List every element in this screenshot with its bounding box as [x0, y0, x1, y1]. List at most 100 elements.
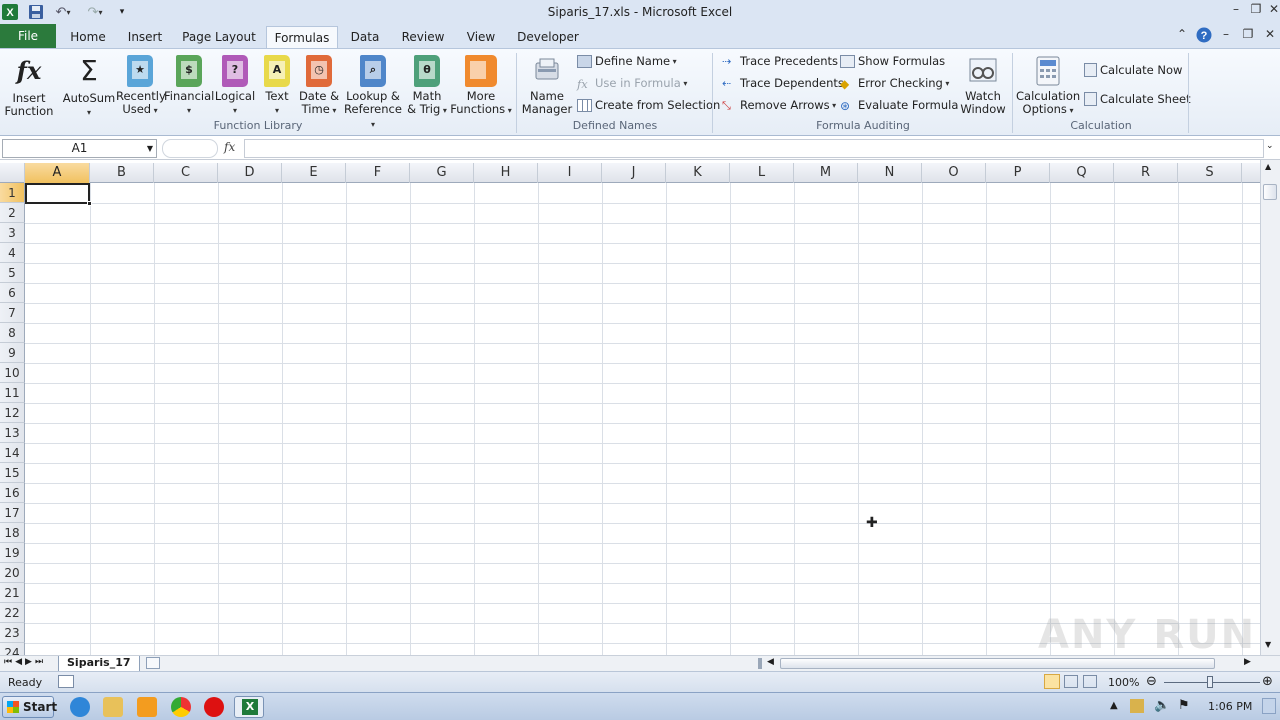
row-header[interactable]: 5: [0, 263, 25, 283]
workbook-restore-icon[interactable]: ❐: [1238, 27, 1258, 45]
zoom-out-icon[interactable]: ⊖: [1146, 674, 1157, 689]
show-desktop-button[interactable]: [1262, 698, 1276, 714]
tab-page-layout[interactable]: Page Layout: [178, 26, 260, 48]
row-header[interactable]: 13: [0, 423, 25, 443]
row-header[interactable]: 8: [0, 323, 25, 343]
column-header[interactable]: N: [858, 163, 922, 183]
tab-split-handle[interactable]: [758, 658, 762, 669]
scroll-up-icon[interactable]: ▲: [1265, 162, 1271, 171]
column-header[interactable]: C: [154, 163, 218, 183]
clock[interactable]: 1:06 PM: [1208, 700, 1252, 713]
fill-handle[interactable]: [87, 201, 92, 206]
row-header[interactable]: 21: [0, 583, 25, 603]
row-header[interactable]: 1: [0, 183, 25, 203]
recently-used-button[interactable]: ★ Recently Used ▾: [116, 55, 166, 117]
worksheet-grid[interactable]: A B C D E F G H I J K L M N O P Q R S 12…: [0, 163, 1260, 655]
row-header[interactable]: 3: [0, 223, 25, 243]
trace-dependents-button[interactable]: ⇠ Trace Dependents: [722, 76, 844, 90]
column-header[interactable]: G: [410, 163, 474, 183]
sheet-tab[interactable]: Siparis_17: [58, 656, 140, 672]
tab-home[interactable]: Home: [62, 26, 114, 48]
column-header[interactable]: F: [346, 163, 410, 183]
help-icon[interactable]: ?: [1194, 27, 1214, 45]
define-name-button[interactable]: Define Name ▾: [577, 54, 677, 68]
workbook-close-icon[interactable]: ✕: [1260, 27, 1280, 45]
row-header[interactable]: 6: [0, 283, 25, 303]
column-header[interactable]: B: [90, 163, 154, 183]
tab-review[interactable]: Review: [398, 26, 448, 48]
normal-view-icon[interactable]: [1044, 674, 1060, 689]
row-header[interactable]: 12: [0, 403, 25, 423]
text-button[interactable]: A Text ▾: [258, 55, 296, 117]
volume-icon[interactable]: 🔈: [1154, 698, 1170, 713]
show-formulas-button[interactable]: Show Formulas: [840, 54, 945, 68]
vertical-scroll-thumb[interactable]: [1263, 184, 1277, 200]
row-header[interactable]: 17: [0, 503, 25, 523]
formula-input[interactable]: [244, 139, 1264, 158]
row-header[interactable]: 16: [0, 483, 25, 503]
file-explorer-icon[interactable]: [103, 697, 123, 717]
macro-record-icon[interactable]: [58, 675, 74, 688]
row-header[interactable]: 22: [0, 603, 25, 623]
error-checking-button[interactable]: ◆ Error Checking ▾: [840, 76, 949, 91]
column-header[interactable]: K: [666, 163, 730, 183]
date-time-button[interactable]: ◷ Date & Time ▾: [296, 55, 342, 117]
remove-arrows-button[interactable]: ⤡ Remove Arrows ▾: [722, 98, 836, 112]
column-header[interactable]: P: [986, 163, 1050, 183]
calculate-now-button[interactable]: Calculate Now: [1084, 63, 1182, 77]
row-header[interactable]: 24: [0, 643, 25, 655]
more-functions-button[interactable]: More Functions ▾: [450, 55, 512, 117]
tab-data[interactable]: Data: [344, 26, 386, 48]
column-header[interactable]: D: [218, 163, 282, 183]
column-header[interactable]: Q: [1050, 163, 1114, 183]
network-icon[interactable]: [1130, 699, 1144, 713]
row-header[interactable]: 2: [0, 203, 25, 223]
column-header[interactable]: I: [538, 163, 602, 183]
media-player-icon[interactable]: [137, 697, 157, 717]
select-all-corner[interactable]: [0, 163, 25, 183]
tab-formulas[interactable]: Formulas: [266, 26, 338, 48]
formula-bar-resizer[interactable]: [162, 139, 218, 158]
column-header[interactable]: J: [602, 163, 666, 183]
column-header[interactable]: O: [922, 163, 986, 183]
excel-taskbar-button[interactable]: X: [234, 696, 264, 718]
use-in-formula-button[interactable]: fx Use in Formula ▾: [577, 76, 687, 91]
workbook-minimize-icon[interactable]: –: [1216, 27, 1236, 45]
opera-icon[interactable]: [204, 697, 224, 717]
trace-precedents-button[interactable]: ⇢ Trace Precedents: [722, 54, 838, 68]
calculate-sheet-button[interactable]: Calculate Sheet: [1084, 92, 1191, 106]
scroll-right-icon[interactable]: ▶: [1244, 657, 1251, 667]
zoom-level[interactable]: 100%: [1108, 676, 1139, 689]
insert-function-fx-icon[interactable]: fx: [224, 140, 235, 154]
zoom-in-icon[interactable]: ⊕: [1262, 674, 1273, 689]
selected-cell[interactable]: [25, 183, 92, 206]
name-box-dropdown-icon[interactable]: ▼: [147, 140, 153, 157]
calculation-options-button[interactable]: Calculation Options ▾: [1016, 55, 1080, 117]
row-header[interactable]: 10: [0, 363, 25, 383]
row-header[interactable]: 15: [0, 463, 25, 483]
internet-explorer-icon[interactable]: [70, 697, 90, 717]
insert-sheet-icon[interactable]: [146, 657, 160, 669]
row-header[interactable]: 19: [0, 543, 25, 563]
column-header[interactable]: S: [1178, 163, 1242, 183]
row-header[interactable]: 11: [0, 383, 25, 403]
start-button[interactable]: Start: [2, 696, 57, 718]
logical-button[interactable]: ? Logical ▾: [214, 55, 256, 117]
scroll-left-icon[interactable]: ◀: [767, 657, 774, 667]
column-header[interactable]: H: [474, 163, 538, 183]
tab-developer[interactable]: Developer: [516, 26, 580, 48]
row-header[interactable]: 7: [0, 303, 25, 323]
column-header[interactable]: R: [1114, 163, 1178, 183]
math-trig-button[interactable]: θ Math & Trig ▾: [404, 55, 450, 117]
row-header[interactable]: 4: [0, 243, 25, 263]
sheet-nav-icons[interactable]: ⏮◀▶⏭: [4, 657, 46, 667]
name-manager-button[interactable]: Name Manager: [520, 55, 574, 116]
autosum-button[interactable]: Σ AutoSum ▾: [62, 55, 116, 119]
show-hidden-icons[interactable]: ▲: [1110, 700, 1118, 711]
column-header[interactable]: L: [730, 163, 794, 183]
action-center-flag-icon[interactable]: ⚑: [1178, 698, 1190, 713]
page-layout-view-icon[interactable]: [1064, 675, 1078, 688]
scroll-down-icon[interactable]: ▼: [1265, 640, 1271, 649]
chrome-icon[interactable]: [171, 697, 191, 717]
tab-insert[interactable]: Insert: [120, 26, 170, 48]
